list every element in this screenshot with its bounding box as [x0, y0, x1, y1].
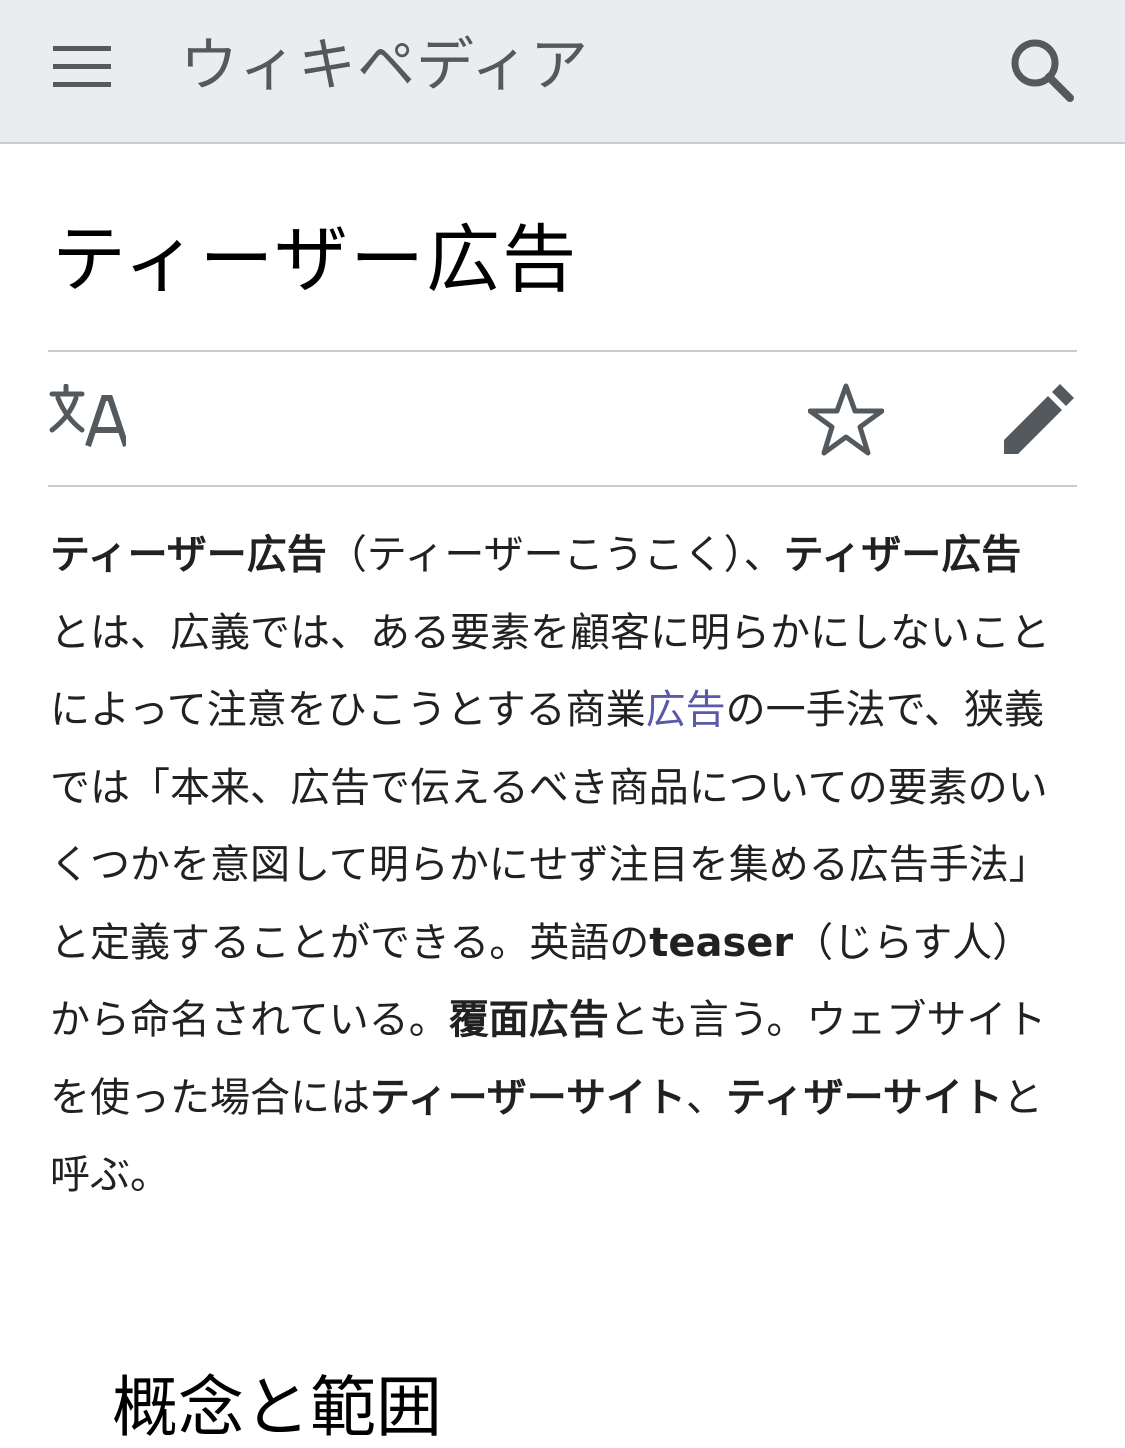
language-icon[interactable] [48, 384, 126, 448]
top-header-bar: ウィキペディア [0, 0, 1125, 144]
actions-divider [48, 485, 1077, 487]
wikipedia-wordmark[interactable]: ウィキペディア [180, 30, 589, 100]
page-title: ティーザー広告 [52, 217, 579, 303]
bold-term: ティーザーサイト [370, 1074, 686, 1121]
search-icon[interactable] [1008, 36, 1074, 102]
article-text: 、 [686, 1074, 726, 1121]
bold-term: teaser [649, 919, 794, 966]
article-lead-paragraph: ティーザー広告（ティーザーこうこく）、ティザー広告とは、広義では、ある要素を顧客… [50, 517, 1050, 1215]
section-heading: 概念と範囲 [112, 1369, 442, 1446]
bold-term: ティーザー広告 [50, 532, 327, 578]
bold-term: ティザー広告 [783, 532, 1022, 578]
star-icon[interactable] [808, 382, 884, 458]
pencil-icon[interactable] [1002, 384, 1074, 456]
bold-term: 覆面広告 [448, 997, 609, 1043]
article-text: （ティーザーこうこく）、 [326, 532, 784, 578]
bold-term: ティザーサイト [726, 1074, 1003, 1121]
article-link[interactable]: 広告 [646, 687, 726, 733]
title-divider [48, 350, 1077, 352]
hamburger-menu-icon[interactable] [53, 44, 111, 90]
